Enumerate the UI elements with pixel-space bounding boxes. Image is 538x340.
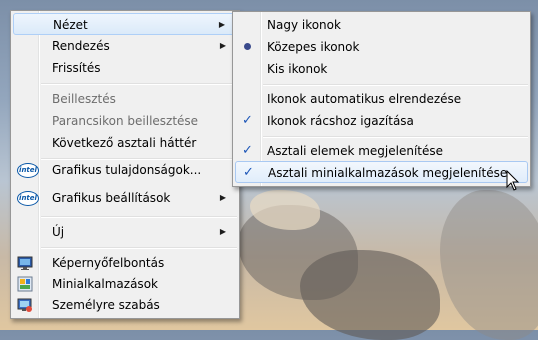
menu-item-label: Nagy ikonok [267, 18, 341, 32]
wallpaper-rock [300, 250, 440, 340]
gadgets-icon [17, 276, 33, 292]
check-icon: ✓ [242, 143, 253, 158]
menu-item-label: Ikonok rácshoz igazítása [267, 114, 414, 128]
submenu-item-show-gadgets[interactable]: ✓ Asztali minialkalmazások megjelenítése [235, 161, 528, 183]
menu-separator [263, 84, 528, 86]
display-icon [17, 256, 33, 270]
menu-separator [41, 216, 237, 218]
intel-icon: intel [17, 191, 39, 206]
menu-item-sort[interactable]: Rendezés ▶ [13, 35, 237, 57]
menu-item-label: Grafikus beállítások [52, 191, 171, 205]
menu-item-label: Asztali minialkalmazások megjelenítése [268, 166, 508, 180]
menu-item-view[interactable]: Nézet ▶ [13, 13, 237, 35]
check-icon: ✓ [242, 113, 253, 128]
menu-item-gadgets[interactable]: Minialkalmazások [13, 273, 237, 295]
menu-item-label: Képernyőfelbontás [52, 256, 165, 270]
check-icon: ✓ [243, 165, 254, 180]
menu-item-label: Minialkalmazások [52, 277, 158, 291]
menu-item-paste: Beillesztés [13, 88, 237, 110]
radio-bullet-icon [244, 43, 251, 50]
menu-item-label: Közepes ikonok [267, 40, 360, 54]
menu-item-new[interactable]: Új ▶ [13, 221, 237, 243]
desktop-context-menu: Nézet ▶ Rendezés ▶ Frissítés Beillesztés… [10, 10, 240, 319]
menu-item-label: Következő asztali háttér [52, 136, 197, 150]
submenu-arrow-icon: ▶ [219, 41, 226, 50]
menu-item-screen-resolution[interactable]: Képernyőfelbontás [13, 252, 237, 274]
submenu-arrow-icon: ▶ [218, 20, 225, 29]
menu-item-label: Új [52, 225, 65, 239]
submenu-item-align-to-grid[interactable]: ✓ Ikonok rácshoz igazítása [235, 110, 528, 132]
view-submenu: Nagy ikonok Közepes ikonok Kis ikonok Ik… [232, 11, 531, 187]
submenu-item-show-desktop-items[interactable]: ✓ Asztali elemek megjelenítése [235, 140, 528, 162]
menu-item-graphics-properties[interactable]: intel Grafikus tulajdonságok... [13, 159, 237, 181]
submenu-arrow-icon: ▶ [219, 227, 226, 236]
menu-item-label: Grafikus tulajdonságok... [52, 163, 202, 177]
menu-item-label: Rendezés [52, 39, 110, 53]
submenu-item-large-icons[interactable]: Nagy ikonok [235, 14, 528, 36]
personalize-icon [17, 298, 32, 312]
submenu-arrow-icon: ▶ [219, 193, 226, 202]
menu-item-refresh[interactable]: Frissítés [13, 57, 237, 79]
menu-item-label: Személyre szabás [52, 298, 160, 312]
submenu-item-auto-arrange[interactable]: Ikonok automatikus elrendezése [235, 88, 528, 110]
submenu-item-small-icons[interactable]: Kis ikonok [235, 58, 528, 80]
intel-icon: intel [17, 163, 39, 178]
menu-item-label: Parancsikon beillesztése [52, 114, 199, 128]
menu-item-paste-shortcut: Parancsikon beillesztése [13, 110, 237, 132]
menu-item-next-background[interactable]: Következő asztali háttér [13, 132, 237, 154]
menu-item-label: Nézet [53, 18, 88, 32]
menu-item-label: Asztali elemek megjelenítése [267, 144, 444, 158]
menu-item-label: Kis ikonok [267, 62, 328, 76]
menu-item-label: Beillesztés [52, 92, 116, 106]
submenu-item-medium-icons[interactable]: Közepes ikonok [235, 36, 528, 58]
menu-item-label: Frissítés [52, 61, 101, 75]
wallpaper-rock [440, 190, 538, 340]
menu-separator [41, 247, 237, 249]
menu-item-graphics-options[interactable]: intel Grafikus beállítások ▶ [13, 187, 237, 209]
menu-item-label: Ikonok automatikus elrendezése [267, 92, 462, 106]
menu-separator [263, 136, 528, 138]
mouse-cursor-icon [506, 170, 520, 191]
menu-item-personalize[interactable]: Személyre szabás [13, 294, 237, 316]
menu-separator [41, 83, 237, 85]
